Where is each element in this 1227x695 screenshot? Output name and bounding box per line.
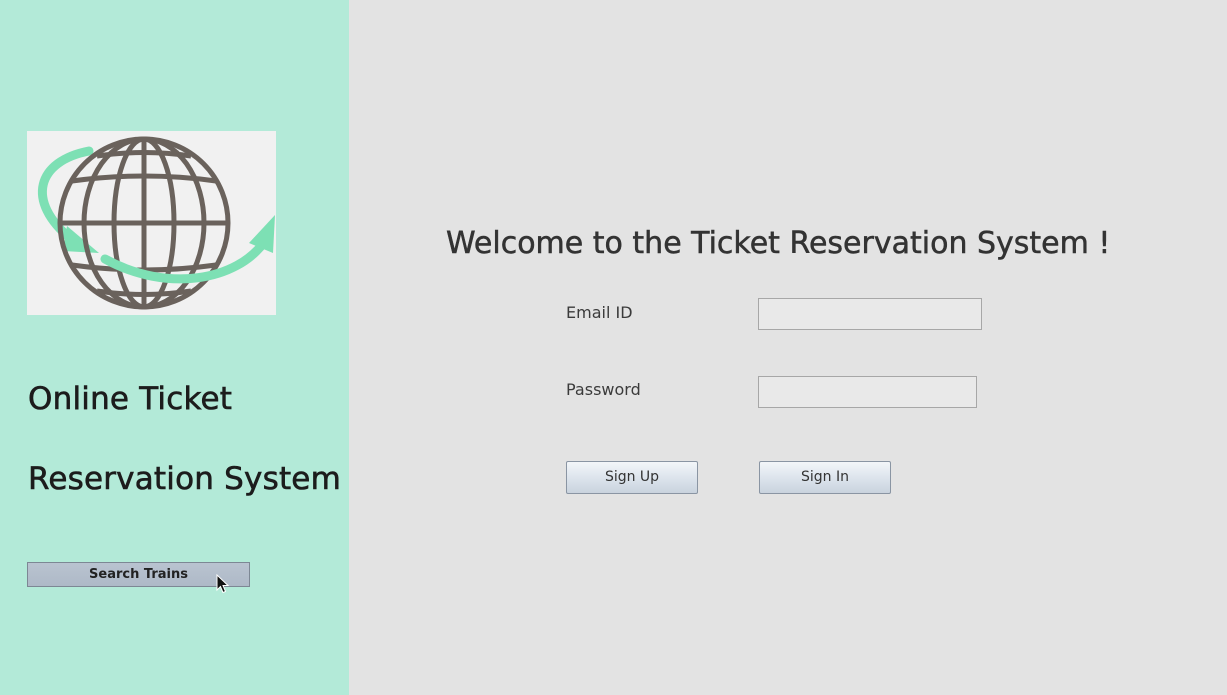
email-field[interactable] (758, 298, 982, 330)
app-title-line1: Online Ticket (28, 381, 233, 418)
search-trains-button[interactable]: Search Trains (27, 562, 250, 587)
welcome-heading: Welcome to the Ticket Reservation System… (446, 226, 1111, 262)
sidebar: Online Ticket Reservation System Search … (0, 0, 349, 695)
sign-up-button[interactable]: Sign Up (566, 461, 698, 494)
app-window: Online Ticket Reservation System Search … (0, 0, 1227, 695)
password-field[interactable] (758, 376, 977, 408)
app-title-line2: Reservation System (28, 461, 341, 498)
sign-in-button[interactable]: Sign In (759, 461, 891, 494)
password-label: Password (566, 380, 641, 399)
globe-with-arrows-icon (27, 131, 276, 315)
email-label: Email ID (566, 303, 633, 322)
